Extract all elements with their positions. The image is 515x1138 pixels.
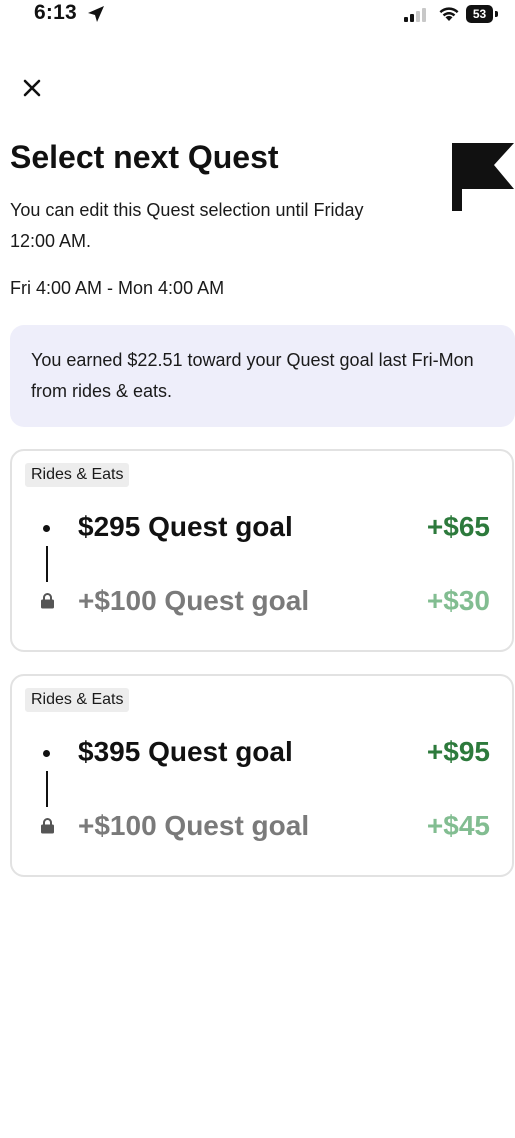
battery-level: 53	[466, 5, 493, 23]
quest-goal: $395 Quest goal	[78, 736, 293, 767]
tier-dot	[43, 750, 50, 757]
category-tag: Rides & Eats	[25, 688, 130, 712]
lock-icon	[41, 593, 54, 609]
bonus-quest-goal: +$100 Quest goal	[78, 585, 310, 616]
status-bar: 6:13 53	[0, 0, 515, 34]
bonus-quest-reward: +$45	[426, 810, 490, 841]
lock-icon	[41, 818, 54, 834]
earnings-banner-text: You earned $22.51 toward your Quest goal…	[31, 350, 474, 401]
bonus-quest-goal: +$100 Quest goal	[78, 810, 310, 841]
page-title: Select next Quest	[10, 139, 279, 175]
bonus-quest-reward: +$30	[426, 585, 490, 616]
category-tag: Rides & Eats	[25, 463, 130, 487]
quest-goal: $295 Quest goal	[78, 511, 293, 542]
tier-connector-line	[46, 771, 48, 807]
flag-icon	[452, 143, 514, 211]
location-arrow-icon	[88, 6, 104, 22]
edit-deadline-note: You can edit this Quest selection until …	[10, 200, 364, 251]
wifi-icon	[439, 7, 459, 21]
status-time: 6:13	[34, 1, 77, 24]
quest-time-range: Fri 4:00 AM - Mon 4:00 AM	[10, 278, 225, 298]
battery-icon: 53	[466, 5, 500, 23]
quest-option-card[interactable]: Rides & Eats $395 Quest goal +$95 +$100 …	[10, 674, 514, 877]
cellular-signal-icon	[404, 8, 426, 22]
quest-option-card[interactable]: Rides & Eats $295 Quest goal +$65 +$100 …	[10, 449, 514, 652]
tier-dot	[43, 525, 50, 532]
battery-cap	[495, 11, 498, 17]
tier-connector-line	[46, 546, 48, 582]
quest-reward: +$95	[426, 736, 490, 767]
quest-reward: +$65	[426, 511, 490, 542]
earnings-banner: You earned $22.51 toward your Quest goal…	[10, 325, 515, 427]
close-icon[interactable]	[18, 74, 46, 102]
